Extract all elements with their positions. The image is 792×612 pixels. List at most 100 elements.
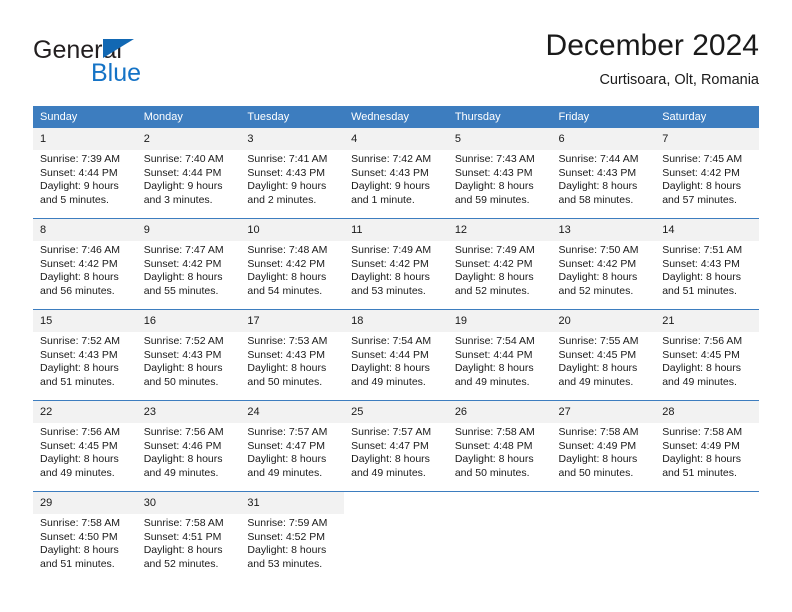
day-cell[interactable]: 11 Sunrise: 7:49 AM Sunset: 4:42 PM Dayligh…	[344, 219, 448, 309]
calendar-cell: 30 Sunrise: 7:58 AM Sunset: 4:51 PM Dayligh…	[136, 491, 241, 582]
calendar-cell: 27 Sunrise: 7:58 AM Sunset: 4:49 PM Dayligh…	[551, 400, 656, 492]
day-details: Sunrise: 7:47 AM Sunset: 4:42 PM Daylight:…	[137, 241, 241, 298]
calendar-week-row: 1 Sunrise: 7:39 AM Sunset: 4:44 PM Daylight…	[33, 128, 759, 219]
daylight-duration-line1: Daylight: 8 hours	[40, 544, 119, 557]
day-details: Sunrise: 7:58 AM Sunset: 4:49 PM Daylight:…	[655, 423, 759, 480]
day-details: Sunrise: 7:55 AM Sunset: 4:45 PM Daylight:…	[552, 332, 656, 389]
day-number: 28	[655, 401, 759, 423]
day-cell[interactable]: 31 Sunrise: 7:59 AM Sunset: 4:52 PM Dayligh…	[240, 492, 345, 582]
sunset-time: Sunset: 4:45 PM	[558, 348, 637, 361]
day-cell[interactable]: 29 Sunrise: 7:58 AM Sunset: 4:50 PM Dayligh…	[33, 492, 137, 582]
calendar-page: General Blue December 2024 Curtisoara, O…	[0, 0, 792, 612]
sunset-time: Sunset: 4:42 PM	[247, 257, 326, 270]
day-cell[interactable]: 19 Sunrise: 7:54 AM Sunset: 4:44 PM Dayligh…	[447, 310, 552, 400]
daylight-duration-line2: and 50 minutes.	[454, 466, 530, 479]
day-cell[interactable]: 1 Sunrise: 7:39 AM Sunset: 4:44 PM Daylight…	[33, 128, 137, 218]
day-cell[interactable]: 25 Sunrise: 7:57 AM Sunset: 4:47 PM Dayligh…	[344, 401, 448, 491]
day-details: Sunrise: 7:57 AM Sunset: 4:47 PM Daylight:…	[344, 423, 448, 480]
day-cell[interactable]: 18 Sunrise: 7:54 AM Sunset: 4:44 PM Dayligh…	[344, 310, 448, 400]
calendar-cell: 14 Sunrise: 7:51 AM Sunset: 4:43 PM Dayligh…	[655, 218, 759, 310]
day-cell[interactable]: 21 Sunrise: 7:56 AM Sunset: 4:45 PM Dayligh…	[655, 310, 759, 400]
daylight-duration-line2: and 51 minutes.	[662, 466, 737, 479]
daylight-duration-line2: and 49 minutes.	[351, 466, 426, 479]
daylight-duration-line1: Daylight: 8 hours	[247, 362, 327, 375]
sunrise-time: Sunrise: 7:41 AM	[247, 153, 328, 165]
day-cell[interactable]: 9 Sunrise: 7:47 AM Sunset: 4:42 PM Daylight…	[136, 219, 241, 309]
day-cell[interactable]: 27 Sunrise: 7:58 AM Sunset: 4:49 PM Dayligh…	[551, 401, 656, 491]
daylight-duration-line1: Daylight: 8 hours	[558, 271, 638, 284]
calendar-cell: 8 Sunrise: 7:46 AM Sunset: 4:42 PM Daylight…	[33, 218, 137, 310]
daylight-duration-line2: and 50 minutes.	[143, 375, 219, 388]
day-cell[interactable]: 4 Sunrise: 7:42 AM Sunset: 4:43 PM Daylight…	[344, 128, 448, 218]
daylight-duration-line1: Daylight: 8 hours	[143, 271, 223, 284]
day-cell[interactable]: 30 Sunrise: 7:58 AM Sunset: 4:51 PM Dayligh…	[136, 492, 241, 582]
calendar-cell: 2 Sunrise: 7:40 AM Sunset: 4:44 PM Daylight…	[136, 128, 241, 219]
sunset-time: Sunset: 4:43 PM	[558, 166, 637, 179]
calendar-cell: 20 Sunrise: 7:55 AM Sunset: 4:45 PM Dayligh…	[551, 309, 656, 401]
daylight-duration-line2: and 52 minutes.	[558, 284, 634, 297]
sunrise-time: Sunrise: 7:40 AM	[143, 153, 224, 165]
day-number: 3	[240, 128, 345, 150]
daylight-duration-line1: Daylight: 8 hours	[143, 453, 223, 466]
calendar-cell: 18 Sunrise: 7:54 AM Sunset: 4:44 PM Dayligh…	[344, 309, 448, 401]
calendar-cell: 15 Sunrise: 7:52 AM Sunset: 4:43 PM Dayligh…	[33, 309, 137, 401]
sunrise-time: Sunrise: 7:56 AM	[40, 426, 120, 438]
weekday-header-friday: Friday	[551, 106, 656, 128]
day-number: 23	[136, 401, 241, 423]
sunset-time: Sunset: 4:43 PM	[247, 166, 326, 179]
day-details: Sunrise: 7:58 AM Sunset: 4:49 PM Daylight:…	[552, 423, 656, 480]
sunset-time: Sunset: 4:43 PM	[247, 348, 326, 361]
sunset-time: Sunset: 4:45 PM	[40, 439, 118, 452]
day-details: Sunrise: 7:59 AM Sunset: 4:52 PM Daylight:…	[240, 514, 344, 571]
day-number: 27	[551, 401, 656, 423]
day-cell[interactable]: 24 Sunrise: 7:57 AM Sunset: 4:47 PM Dayligh…	[240, 401, 345, 491]
day-cell[interactable]: 15 Sunrise: 7:52 AM Sunset: 4:43 PM Dayligh…	[33, 310, 137, 400]
day-cell[interactable]: 20 Sunrise: 7:55 AM Sunset: 4:45 PM Dayligh…	[551, 310, 656, 400]
calendar-cell: 28 Sunrise: 7:58 AM Sunset: 4:49 PM Dayligh…	[655, 400, 759, 492]
day-cell[interactable]: 14 Sunrise: 7:51 AM Sunset: 4:43 PM Dayligh…	[655, 219, 759, 309]
daylight-duration-line1: Daylight: 8 hours	[454, 180, 534, 193]
sunset-time: Sunset: 4:50 PM	[40, 530, 118, 543]
day-cell[interactable]: 26 Sunrise: 7:58 AM Sunset: 4:48 PM Dayligh…	[447, 401, 552, 491]
calendar-cell: 25 Sunrise: 7:57 AM Sunset: 4:47 PM Dayligh…	[344, 400, 448, 492]
day-cell[interactable]: 12 Sunrise: 7:49 AM Sunset: 4:42 PM Dayligh…	[447, 219, 552, 309]
weekday-header-sunday: Sunday	[33, 106, 137, 128]
day-cell[interactable]: 23 Sunrise: 7:56 AM Sunset: 4:46 PM Dayligh…	[136, 401, 241, 491]
day-cell[interactable]: 7 Sunrise: 7:45 AM Sunset: 4:42 PM Daylight…	[655, 128, 759, 218]
weekday-header-saturday: Saturday	[655, 106, 759, 128]
day-cell[interactable]: 17 Sunrise: 7:53 AM Sunset: 4:43 PM Dayligh…	[240, 310, 345, 400]
day-details: Sunrise: 7:56 AM Sunset: 4:45 PM Daylight:…	[655, 332, 759, 389]
day-cell[interactable]: 5 Sunrise: 7:43 AM Sunset: 4:43 PM Daylight…	[447, 128, 552, 218]
calendar-cell: 21 Sunrise: 7:56 AM Sunset: 4:45 PM Dayligh…	[655, 309, 759, 401]
day-cell[interactable]: 16 Sunrise: 7:52 AM Sunset: 4:43 PM Dayligh…	[136, 310, 241, 400]
day-cell[interactable]: 6 Sunrise: 7:44 AM Sunset: 4:43 PM Daylight…	[551, 128, 656, 218]
daylight-duration-line1: Daylight: 8 hours	[247, 271, 327, 284]
day-cell[interactable]: 8 Sunrise: 7:46 AM Sunset: 4:42 PM Daylight…	[33, 219, 137, 309]
day-cell[interactable]: 3 Sunrise: 7:41 AM Sunset: 4:43 PM Daylight…	[240, 128, 345, 218]
calendar-cell	[344, 491, 448, 582]
daylight-duration-line1: Daylight: 8 hours	[454, 271, 534, 284]
calendar-week-row: 15 Sunrise: 7:52 AM Sunset: 4:43 PM Dayligh…	[33, 309, 759, 401]
day-cell[interactable]: 13 Sunrise: 7:50 AM Sunset: 4:42 PM Dayligh…	[551, 219, 656, 309]
general-blue-logo[interactable]: General Blue	[33, 36, 263, 92]
calendar-week-row: 29 Sunrise: 7:58 AM Sunset: 4:50 PM Dayligh…	[33, 491, 759, 582]
sunset-time: Sunset: 4:49 PM	[558, 439, 637, 452]
calendar-cell: 16 Sunrise: 7:52 AM Sunset: 4:43 PM Dayligh…	[136, 309, 241, 401]
sunrise-time: Sunrise: 7:54 AM	[351, 335, 432, 347]
daylight-duration-line2: and 59 minutes.	[454, 193, 530, 206]
day-cell[interactable]: 22 Sunrise: 7:56 AM Sunset: 4:45 PM Dayligh…	[33, 401, 137, 491]
sunrise-time: Sunrise: 7:39 AM	[40, 153, 120, 165]
day-cell[interactable]: 28 Sunrise: 7:58 AM Sunset: 4:49 PM Dayligh…	[655, 401, 759, 491]
calendar-cell	[551, 491, 656, 582]
day-cell[interactable]: 10 Sunrise: 7:48 AM Sunset: 4:42 PM Dayligh…	[240, 219, 345, 309]
calendar-cell: 31 Sunrise: 7:59 AM Sunset: 4:52 PM Dayligh…	[240, 491, 345, 582]
daylight-duration-line1: Daylight: 9 hours	[143, 180, 223, 193]
day-cell-empty	[448, 492, 552, 582]
daylight-duration-line1: Daylight: 8 hours	[351, 271, 430, 284]
sunset-time: Sunset: 4:43 PM	[662, 257, 740, 270]
sunset-time: Sunset: 4:44 PM	[40, 166, 118, 179]
daylight-duration-line1: Daylight: 8 hours	[558, 453, 638, 466]
weekday-header-tuesday: Tuesday	[240, 106, 345, 128]
day-cell[interactable]: 2 Sunrise: 7:40 AM Sunset: 4:44 PM Daylight…	[136, 128, 241, 218]
daylight-duration-line1: Daylight: 8 hours	[247, 453, 327, 466]
